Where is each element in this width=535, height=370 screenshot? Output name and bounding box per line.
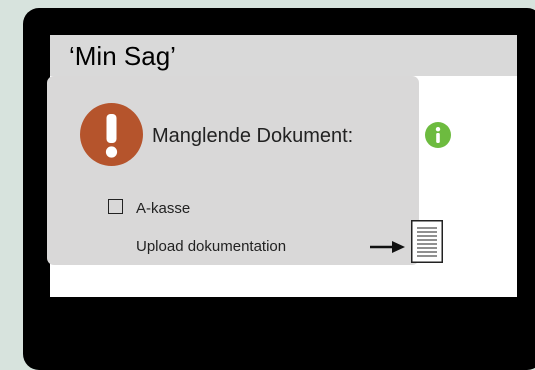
arrow-right-icon [370,239,406,255]
card-title: Manglende Dokument: [152,125,354,147]
info-icon[interactable] [425,122,451,148]
exclamation-icon [80,103,143,166]
document-icon[interactable] [411,220,443,263]
title-bar: ‘Min Sag’ [50,35,517,76]
page-title: ‘Min Sag’ [69,41,176,71]
a-kasse-checkbox[interactable] [108,199,123,214]
upload-documentation-label[interactable]: Upload dokumentation [136,238,286,256]
a-kasse-label: A-kasse [136,200,191,217]
